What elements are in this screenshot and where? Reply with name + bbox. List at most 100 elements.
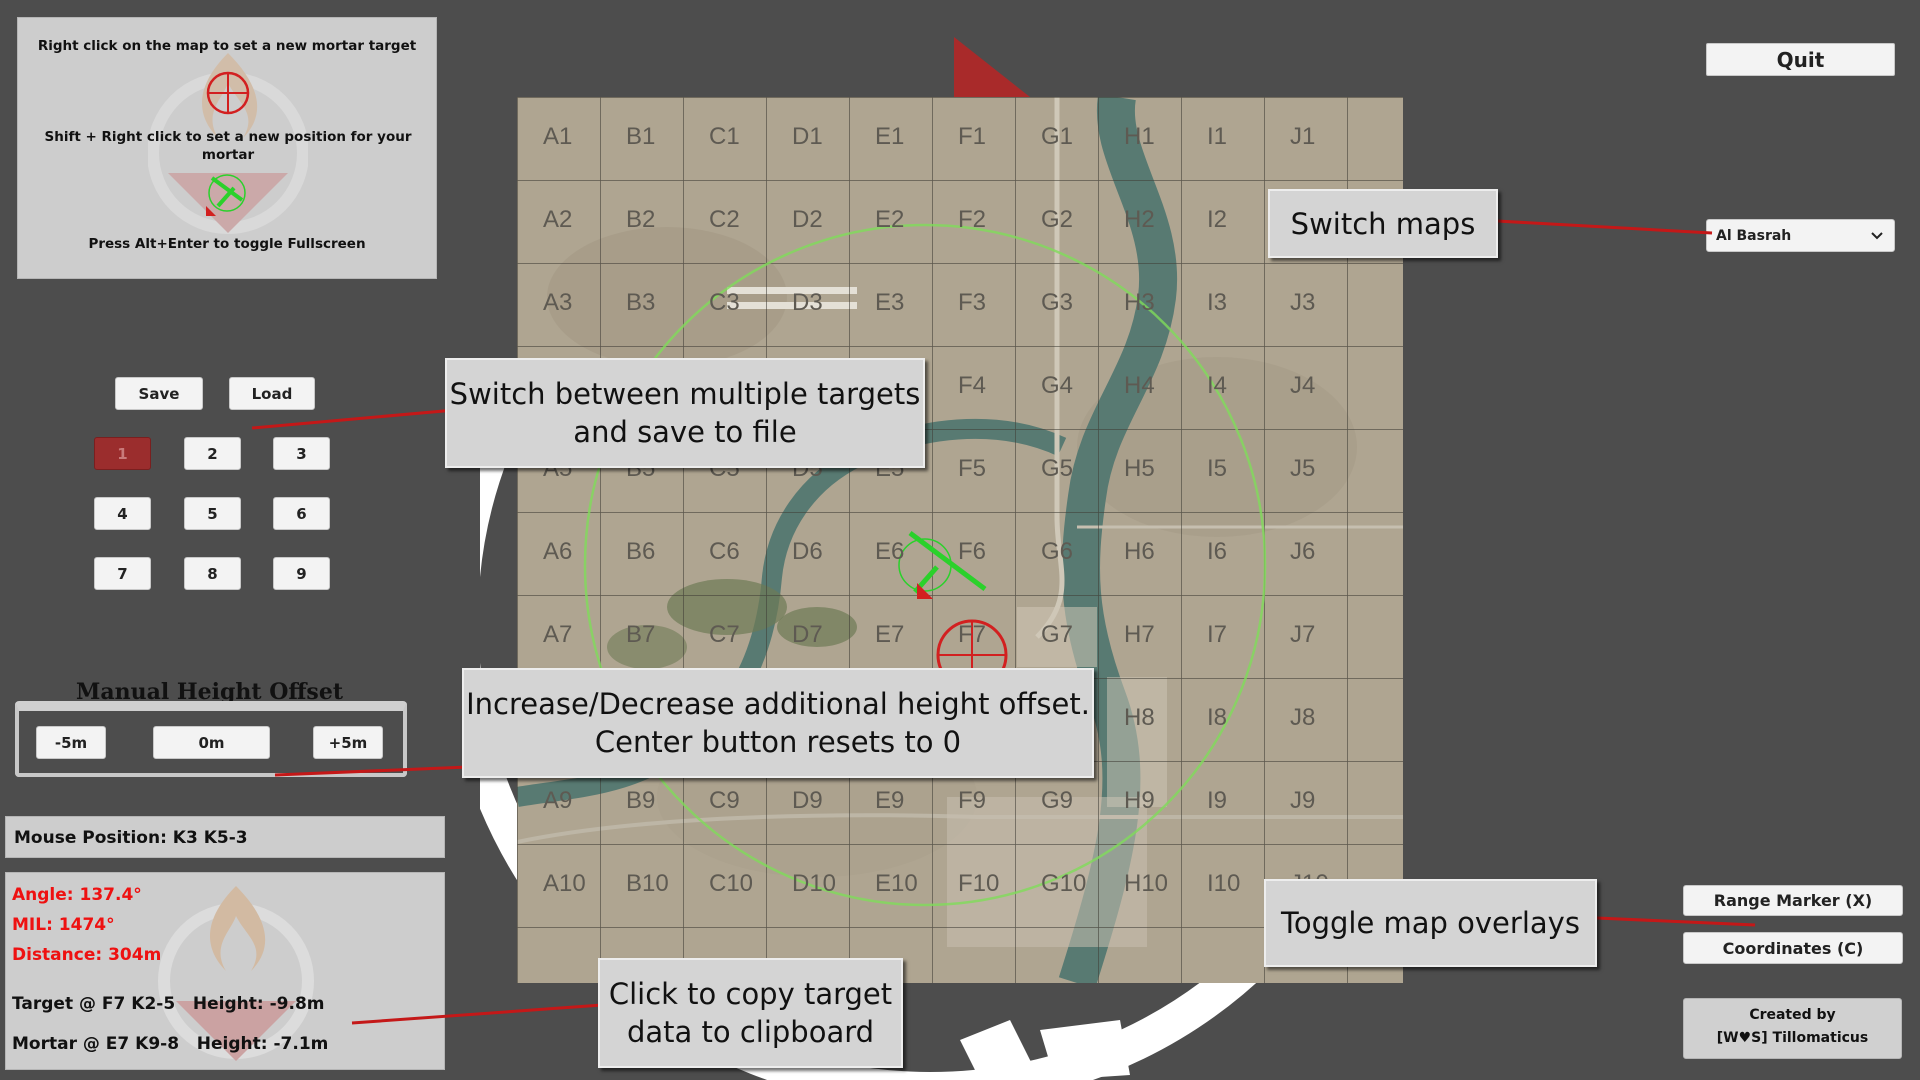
grid-label: I2 — [1207, 206, 1228, 233]
grid-label: I10 — [1207, 870, 1241, 897]
callout-copy-clipboard-line2: data to clipboard — [626, 1015, 875, 1049]
grid-label: D7 — [792, 621, 823, 648]
grid-label: H6 — [1124, 538, 1155, 565]
grid-label: H10 — [1124, 870, 1169, 897]
distance-value: Distance: 304m — [12, 945, 162, 965]
callout-height-offset-line2: Center button resets to 0 — [594, 725, 962, 759]
grid-label: H4 — [1124, 372, 1155, 399]
help-line-target: Right click on the map to set a new mort… — [37, 38, 417, 54]
grid-label: J8 — [1290, 704, 1316, 731]
target-slot-1[interactable]: 1 — [94, 437, 151, 470]
grid-label: F7 — [958, 621, 987, 648]
save-button[interactable]: Save — [115, 377, 203, 410]
target-slot-5[interactable]: 5 — [184, 497, 241, 530]
target-slot-3[interactable]: 3 — [273, 437, 330, 470]
grid-label: J4 — [1290, 372, 1316, 399]
height-reset-button[interactable]: 0m — [153, 726, 270, 759]
target-slot-7[interactable]: 7 — [94, 557, 151, 590]
grid-label: F3 — [958, 289, 987, 316]
grid-label: G1 — [1041, 123, 1074, 150]
load-button[interactable]: Load — [229, 377, 315, 410]
grid-label: C6 — [709, 538, 740, 565]
grid-label: C2 — [709, 206, 740, 233]
grid-label: F1 — [958, 123, 987, 150]
grid-label: H3 — [1124, 289, 1155, 316]
credits-line2: [W♥S] Tillomaticus — [1716, 1030, 1869, 1046]
help-panel: Right click on the map to set a new mort… — [17, 17, 437, 279]
grid-label: D9 — [792, 787, 823, 814]
grid-label: E7 — [875, 621, 905, 648]
target-info: Target @ F7 K2-5 Height: -9.8m — [12, 994, 325, 1014]
range-marker-toggle[interactable]: Range Marker (X) — [1683, 885, 1903, 916]
grid-label: F4 — [958, 372, 987, 399]
grid-label: G3 — [1041, 289, 1074, 316]
grid-label: A2 — [543, 206, 573, 233]
grid-label: A7 — [543, 621, 573, 648]
grid-label: C3 — [709, 289, 740, 316]
help-line-fullscreen: Press Alt+Enter to toggle Fullscreen — [88, 236, 366, 252]
height-plus-button[interactable]: +5m — [313, 726, 383, 759]
target-slot-2[interactable]: 2 — [184, 437, 241, 470]
target-slot-6[interactable]: 6 — [273, 497, 330, 530]
callout-height-offset-line1: Increase/Decrease additional height offs… — [466, 687, 1090, 721]
grid-label: D2 — [792, 206, 823, 233]
grid-label: C7 — [709, 621, 740, 648]
grid-label: F10 — [958, 870, 1000, 897]
mortar-marker-icon — [206, 174, 246, 216]
target-slot-4[interactable]: 4 — [94, 497, 151, 530]
grid-label: B10 — [626, 870, 669, 897]
grid-label: H1 — [1124, 123, 1155, 150]
grid-label: I7 — [1207, 621, 1228, 648]
grid-label: H5 — [1124, 455, 1155, 482]
target-slot-8[interactable]: 8 — [184, 557, 241, 590]
height-minus-button[interactable]: -5m — [36, 726, 106, 759]
grid-label: I8 — [1207, 704, 1228, 731]
grid-label: E2 — [875, 206, 905, 233]
coordinates-toggle[interactable]: Coordinates (C) — [1683, 932, 1903, 964]
callout-switch-targets: Switch between multiple targets and save… — [445, 358, 925, 468]
grid-label: J3 — [1290, 289, 1316, 316]
grid-label: B2 — [626, 206, 656, 233]
mouse-position-box: Mouse Position: K3 K5-3 — [5, 816, 445, 858]
grid-label: D10 — [792, 870, 837, 897]
grid-label: E1 — [875, 123, 905, 150]
grid-label: E10 — [875, 870, 918, 897]
north-arrow-icon — [954, 37, 1030, 97]
grid-label: D1 — [792, 123, 823, 150]
mortar-info: Mortar @ E7 K9-8 Height: -7.1m — [12, 1034, 329, 1054]
grid-label: G7 — [1041, 621, 1074, 648]
grid-label: B1 — [626, 123, 656, 150]
grid-label: I9 — [1207, 787, 1228, 814]
grid-label: G4 — [1041, 372, 1074, 399]
grid-label: F2 — [958, 206, 987, 233]
grid-label: H7 — [1124, 621, 1155, 648]
grid-label: G5 — [1041, 455, 1074, 482]
grid-label: G9 — [1041, 787, 1074, 814]
credits-box: Created by [W♥S] Tillomaticus — [1683, 998, 1902, 1059]
map-select[interactable]: Al Basrah — [1706, 219, 1895, 252]
grid-label: E3 — [875, 289, 905, 316]
callout-switch-targets-line2: and save to file — [573, 415, 797, 449]
grid-label: H9 — [1124, 787, 1155, 814]
target-slot-9[interactable]: 9 — [273, 557, 330, 590]
grid-label: J6 — [1290, 538, 1316, 565]
results-panel[interactable]: Angle: 137.4° MIL: 1474° Distance: 304m … — [5, 872, 445, 1070]
quit-button[interactable]: Quit — [1706, 43, 1895, 76]
grid-label: A10 — [543, 870, 586, 897]
grid-label: A9 — [543, 787, 573, 814]
grid-label: I6 — [1207, 538, 1228, 565]
grid-label: E6 — [875, 538, 905, 565]
grid-label: J9 — [1290, 787, 1316, 814]
grid-label: A3 — [543, 289, 573, 316]
target-reticle-icon — [206, 71, 250, 115]
grid-label: G10 — [1041, 870, 1087, 897]
grid-label: C10 — [709, 870, 754, 897]
callout-copy-clipboard: Click to copy target data to clipboard — [598, 958, 903, 1068]
grid-label: B9 — [626, 787, 656, 814]
grid-label: B7 — [626, 621, 656, 648]
grid-label: I5 — [1207, 455, 1228, 482]
grid-label: B6 — [626, 538, 656, 565]
chevron-down-icon — [1871, 232, 1883, 240]
map-select-value: Al Basrah — [1716, 227, 1792, 244]
grid-label: F6 — [958, 538, 987, 565]
